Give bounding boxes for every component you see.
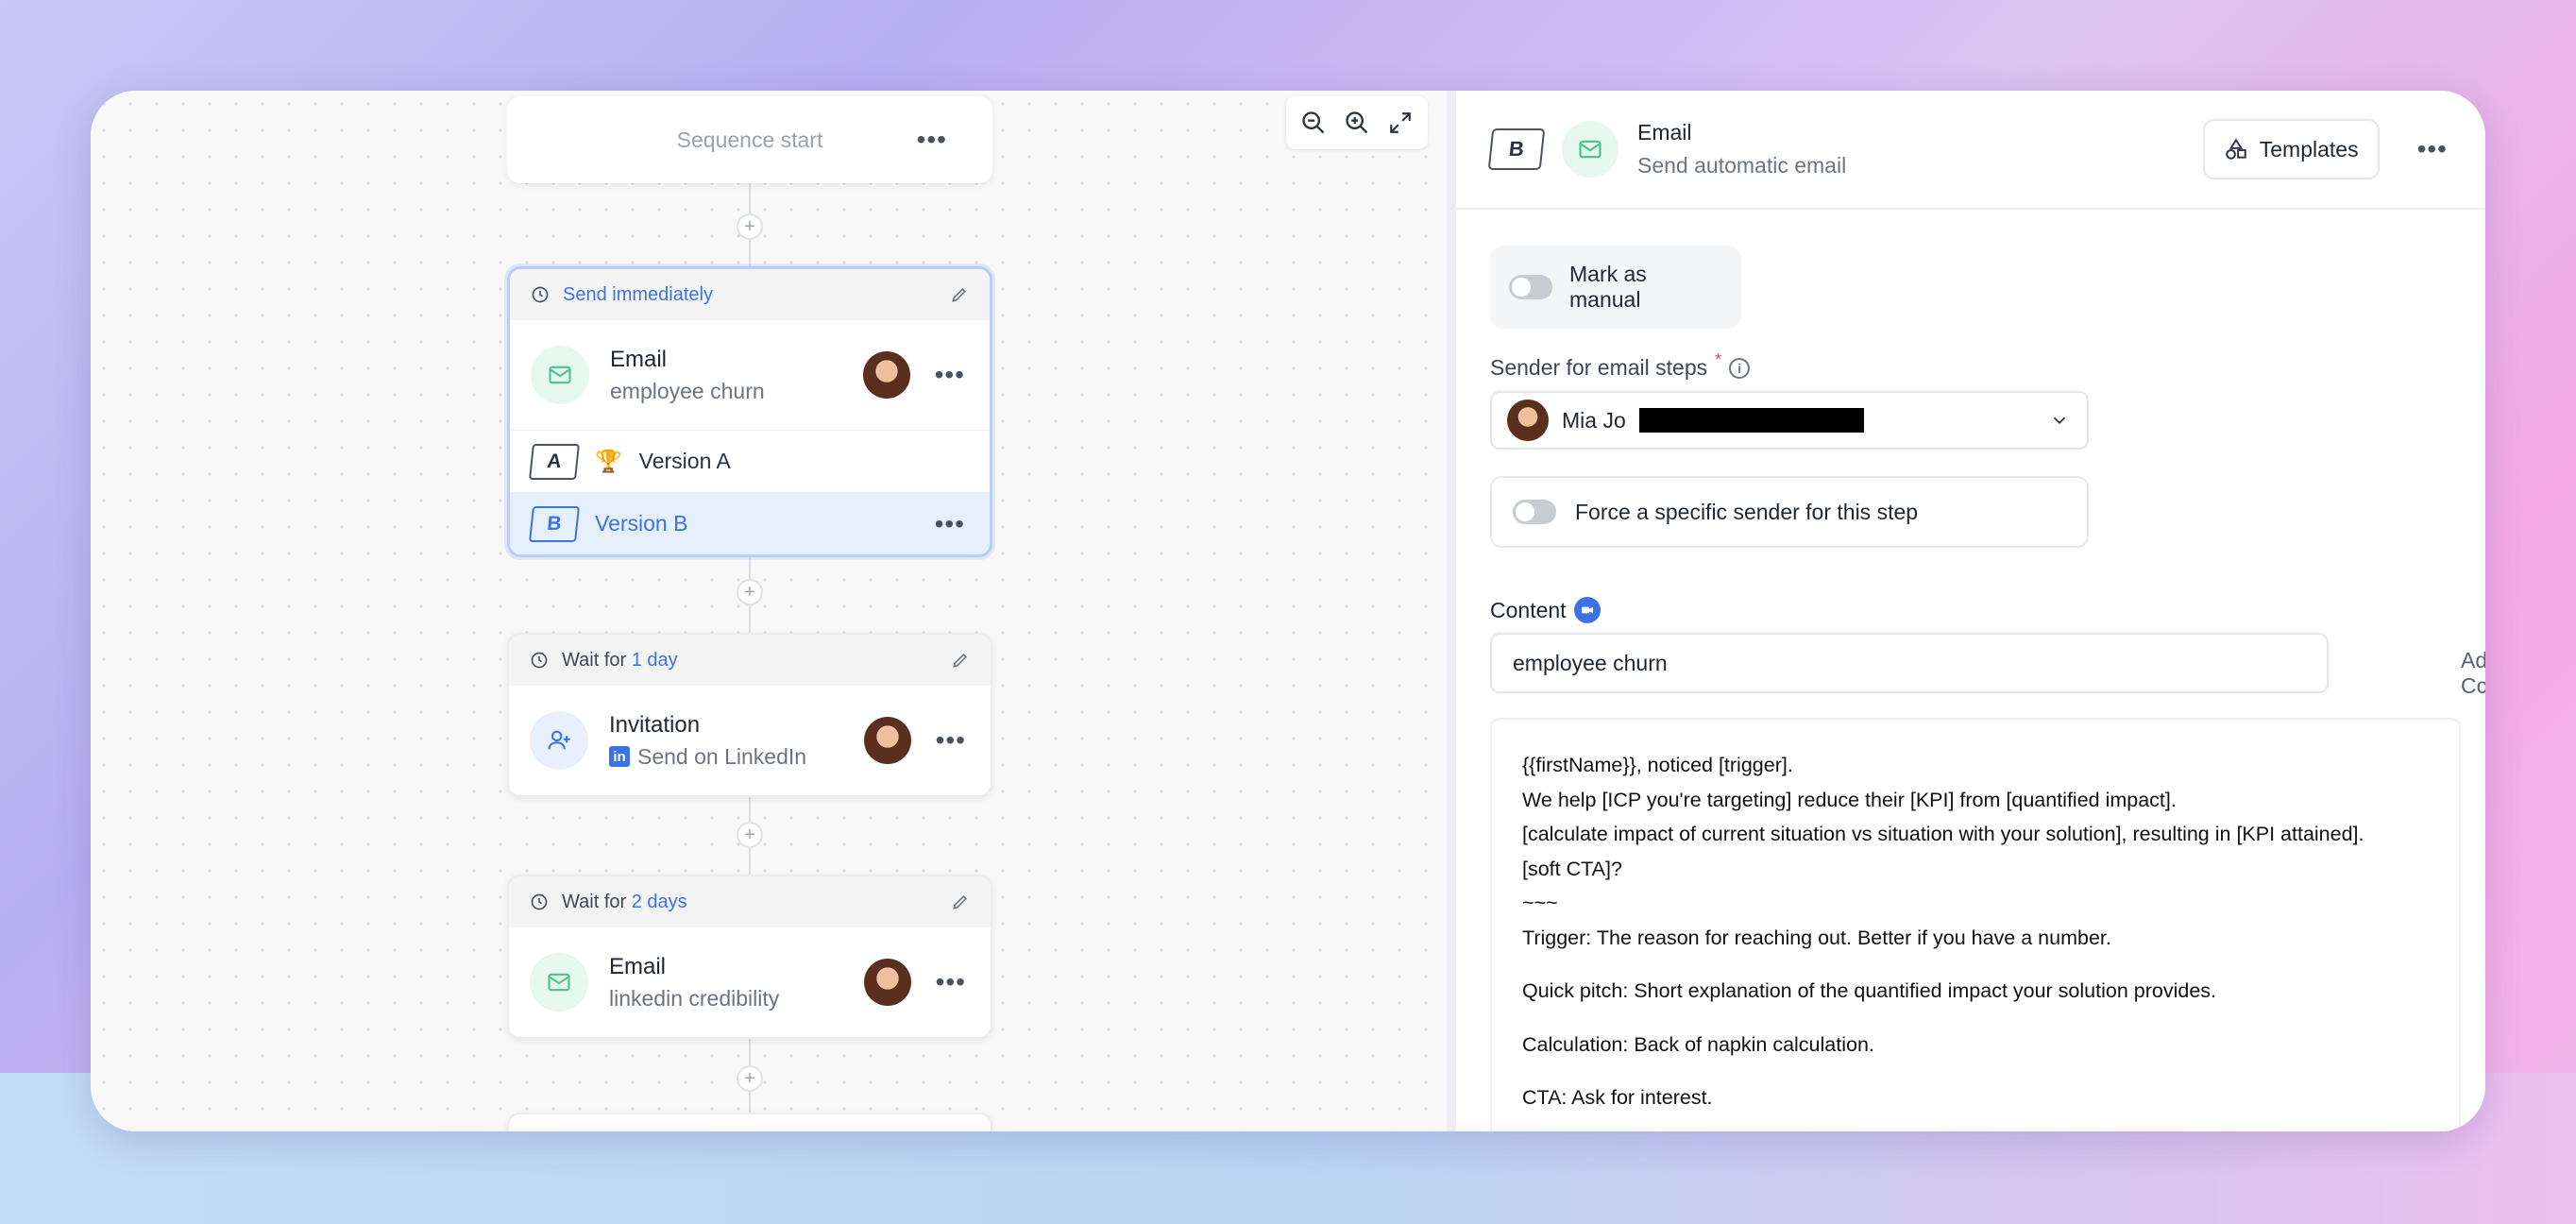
add-step-button[interactable]: + <box>737 1065 763 1092</box>
info-icon[interactable]: i <box>1729 357 1751 379</box>
version-badge: B <box>529 505 580 542</box>
add-step-button[interactable]: + <box>737 579 763 605</box>
more-options-button[interactable]: ••• <box>932 727 970 754</box>
more-options-button[interactable]: ••• <box>913 127 951 153</box>
trophy-icon: 🏆 <box>595 449 622 473</box>
add-cc-link[interactable]: Add Cc <box>2461 648 2485 699</box>
zoom-toolbar <box>1286 96 1428 149</box>
panel-subtitle: Send automatic email <box>1637 153 1847 178</box>
step-card-header: Wait for 1 day <box>509 635 991 686</box>
force-sender-label: Force a specific sender for this step <box>1575 499 1919 524</box>
step-subtitle: linkedin credibility <box>609 985 780 1011</box>
body-line: Calculation: Back of napkin calculation. <box>1522 1032 1874 1056</box>
step-title: Invitation <box>609 711 701 738</box>
edit-pencil-icon[interactable] <box>951 651 970 670</box>
zoom-out-icon[interactable] <box>1296 105 1331 141</box>
fit-view-icon[interactable] <box>1382 105 1418 141</box>
mail-icon <box>530 953 588 1012</box>
content-label: Content <box>1490 597 1601 623</box>
step-title: Email <box>610 346 668 372</box>
version-badge: A <box>529 443 580 480</box>
step-content: Email employee churn ••• <box>510 320 990 430</box>
more-options-button[interactable]: ••• <box>932 969 970 995</box>
force-sender-box[interactable]: Force a specific sender for this step <box>1490 476 2089 548</box>
avatar <box>863 717 911 764</box>
step-title: Email <box>609 953 667 979</box>
shapes-icon <box>2226 138 2246 160</box>
mark-manual-toggle-box[interactable]: Mark as manual <box>1490 246 1741 329</box>
subject-input[interactable] <box>1490 633 2329 693</box>
version-a-row[interactable]: A 🏆 Version A <box>510 430 990 492</box>
step-card-email-1[interactable]: Send immediately Email employee churn ••… <box>507 266 992 557</box>
chevron-down-icon <box>2053 416 2066 425</box>
more-options-button[interactable]: ••• <box>2414 136 2451 162</box>
body-line: {{firstName}}, noticed [trigger]. <box>1522 754 1793 776</box>
sender-label: Sender for email steps * i <box>1490 350 1751 381</box>
step-card-header: Send immediately <box>510 269 990 320</box>
body-line: [soft CTA]? <box>1522 857 1622 880</box>
edit-pencil-icon[interactable] <box>950 285 969 304</box>
templates-label: Templates <box>2259 136 2359 162</box>
body-line: [calculate impact of current situation v… <box>1522 823 2364 846</box>
panel-header: B Email Send automatic email Templates •… <box>1456 91 2485 210</box>
panel-title: Email <box>1637 120 1692 144</box>
delay-label: Wait for 2 days <box>562 891 687 912</box>
sequence-start-label: Sequence start <box>676 127 823 152</box>
mark-manual-label: Mark as manual <box>1569 262 1647 312</box>
step-card-header: Wait for 2 days <box>509 876 991 927</box>
delay-label: Send immediately <box>563 283 713 305</box>
step-editor-panel: B Email Send automatic email Templates •… <box>1456 91 2485 1131</box>
edit-pencil-icon[interactable] <box>951 892 970 911</box>
add-step-button[interactable]: + <box>737 822 763 848</box>
redacted-email <box>1638 408 1864 433</box>
clock-icon <box>532 286 549 303</box>
avatar <box>1507 400 1549 441</box>
linkedin-icon: in <box>609 746 630 767</box>
step-content: Invitation in Send on LinkedIn ••• <box>509 686 991 795</box>
more-options-button[interactable]: ••• <box>931 362 969 388</box>
sender-name: Mia Jo <box>1562 407 1626 433</box>
add-step-button[interactable]: + <box>737 213 763 240</box>
step-subtitle: employee churn <box>610 378 765 403</box>
body-line: ~~~ <box>1522 892 1558 915</box>
panel-divider[interactable] <box>1447 91 1456 1131</box>
body-line: Trigger: The reason for reaching out. Be… <box>1522 926 2111 949</box>
email-body-editor[interactable]: {{firstName}}, noticed [trigger]. We hel… <box>1490 718 2461 1131</box>
version-badge: B <box>1487 128 1546 170</box>
step-subtitle: in Send on LinkedIn <box>609 744 843 770</box>
step-card-partial[interactable] <box>507 1113 992 1131</box>
body-line: CTA: Ask for interest. <box>1522 1086 1713 1110</box>
required-mark: * <box>1715 350 1722 369</box>
body-line: Quick pitch: Short explanation of the qu… <box>1522 979 2216 1003</box>
templates-button[interactable]: Templates <box>2202 119 2380 179</box>
avatar <box>862 351 910 399</box>
zoom-in-icon[interactable] <box>1339 105 1375 141</box>
body-line: We help [ICP you're targeting] reduce th… <box>1522 788 2177 811</box>
delay-label: Wait for 1 day <box>562 649 678 671</box>
mark-manual-toggle[interactable] <box>1509 275 1552 299</box>
version-b-row[interactable]: B Version B ••• <box>510 492 990 554</box>
version-label: Version B <box>595 511 688 536</box>
step-card-invitation[interactable]: Wait for 1 day Invitation in Send on Lin… <box>507 633 992 797</box>
add-user-icon <box>530 711 588 770</box>
force-sender-toggle[interactable] <box>1513 500 1556 524</box>
video-icon[interactable] <box>1573 597 1601 623</box>
clock-icon <box>531 893 548 910</box>
sequence-start-node[interactable]: Sequence start ••• <box>507 96 992 183</box>
avatar <box>863 959 911 1006</box>
step-content: Email linkedin credibility ••• <box>509 927 991 1037</box>
version-label: Version A <box>638 449 731 473</box>
app-window: + + + + Sequence start ••• Send immediat… <box>91 91 2485 1131</box>
more-options-button[interactable]: ••• <box>931 510 969 537</box>
mail-icon <box>1562 121 1618 178</box>
mail-icon <box>531 346 589 404</box>
sender-select[interactable]: Mia Jo <box>1490 391 2089 450</box>
sequence-canvas[interactable]: + + + + Sequence start ••• Send immediat… <box>91 91 1447 1131</box>
clock-icon <box>531 652 548 669</box>
step-card-email-2[interactable]: Wait for 2 days Email linkedin credibili… <box>507 875 992 1039</box>
